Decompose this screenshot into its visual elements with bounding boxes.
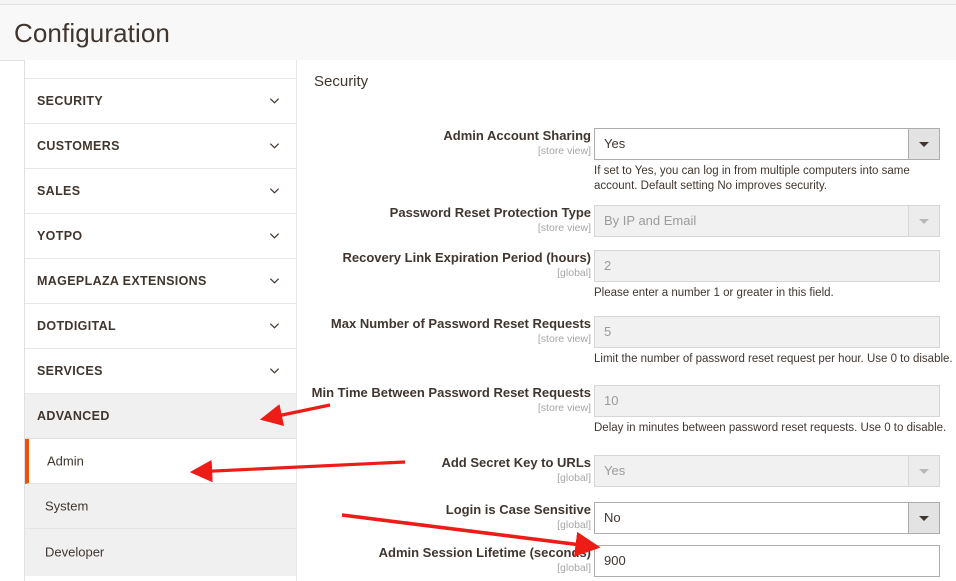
text-input-value: 5 [604, 324, 612, 339]
field-scope: [store view] [537, 222, 591, 234]
field-label: Admin Account Sharing [store view] [297, 128, 591, 158]
sidebar-section-yotpo[interactable]: YOTPO [25, 214, 296, 259]
field-scope: [global] [557, 519, 591, 531]
chevron-down-icon[interactable] [908, 128, 940, 160]
field-label: Password Reset Protection Type [store vie… [297, 205, 591, 235]
sidebar-partial-row [25, 60, 296, 79]
select-value: No [604, 510, 621, 525]
select-1: By IP and Email [594, 205, 940, 237]
field-control: 900Please enter at least 60 and at most … [594, 545, 954, 581]
field-note: Limit the number of password reset reque… [594, 353, 953, 365]
field-scope: [global] [557, 562, 591, 574]
text-input-value: 900 [604, 553, 626, 568]
field-label: Admin Session Lifetime (seconds) [global] [297, 545, 591, 575]
sidebar-item-developer[interactable]: Developer [25, 529, 296, 574]
field-control: Yes If set to Yes, you can log in from mu… [594, 128, 954, 194]
text-input-7[interactable]: 900 [594, 545, 940, 577]
sidebar-item-label: Admin [47, 453, 84, 469]
field-note: Please enter a number 1 or greater in th… [594, 287, 834, 299]
sidebar-section-label: SECURITY [37, 94, 104, 108]
chevron-down-icon[interactable] [269, 320, 280, 331]
field-scope: [store view] [537, 333, 591, 345]
sidebar-subnav-advanced: Admin System Developer [25, 439, 296, 576]
field-label-text: Recovery Link Expiration Period (hours) [342, 250, 592, 265]
field-scope: [store view] [537, 145, 591, 157]
chevron-down-icon[interactable] [269, 230, 280, 241]
sidebar-section-label: MAGEPLAZA EXTENSIONS [37, 274, 207, 288]
sidebar-section-security[interactable]: SECURITY [25, 79, 296, 124]
field-note: Delay in minutes between password reset … [594, 422, 947, 434]
sidebar-section-sales[interactable]: SALES [25, 169, 296, 214]
field-label: Login is Case Sensitive [global] [297, 502, 591, 532]
chevron-down-icon [908, 455, 940, 487]
select-value: Yes [604, 136, 626, 151]
field-control: Yes [594, 455, 940, 487]
sidebar-item-label: System [45, 498, 89, 514]
chevron-down-icon[interactable] [269, 140, 280, 151]
select-value: By IP and Email [604, 213, 697, 228]
field-scope: [global] [557, 267, 591, 279]
field-control: 2 Please enter a number 1 or greater in t… [594, 250, 954, 301]
field-label-text: Admin Account Sharing [443, 128, 591, 143]
chevron-down-icon[interactable] [269, 365, 280, 376]
text-input-2: 2 [594, 250, 940, 282]
select-value: Yes [604, 463, 626, 478]
sidebar-section-label: YOTPO [37, 229, 83, 243]
field-control: By IP and Email [594, 205, 940, 237]
sidebar-section-label: DOTDIGITAL [37, 319, 116, 333]
sidebar-section-mageplaza-extensions[interactable]: MAGEPLAZA EXTENSIONS [25, 259, 296, 304]
sidebar-section-dotdigital[interactable]: DOTDIGITAL [25, 304, 296, 349]
text-input-value: 10 [604, 393, 619, 408]
field-label: Recovery Link Expiration Period (hours) [… [297, 250, 592, 280]
text-input-4: 10 [594, 385, 940, 417]
field-label-text: Min Time Between Password Reset Requests [311, 385, 591, 400]
config-sidebar[interactable]: SECURITY CUSTOMERS SALES YOTPO MAGEPLAZA EXT… [25, 60, 296, 581]
sidebar-item-label: Developer [45, 544, 105, 559]
sidebar-section-services[interactable]: SERVICES [25, 349, 296, 394]
select-5: Yes [594, 455, 940, 487]
field-label-text: Login is Case Sensitive [445, 502, 591, 517]
text-input-value: 2 [604, 258, 612, 273]
sidebar-section-customers[interactable]: CUSTOMERS [25, 124, 296, 169]
sidebar-section-advanced[interactable]: ADVANCED [25, 394, 296, 439]
field-label-text: Admin Session Lifetime (seconds) [378, 545, 591, 560]
chevron-down-icon[interactable] [269, 275, 280, 286]
field-scope: [store view] [537, 402, 591, 414]
page-header: Configuration [0, 5, 956, 60]
field-label: Max Number of Password Reset Requests [st… [297, 316, 591, 346]
chevron-up-icon[interactable] [269, 410, 280, 421]
field-label: Add Secret Key to URLs [global] [297, 455, 591, 485]
field-note: If set to Yes, you can log in from multi… [594, 165, 910, 192]
field-label-text: Password Reset Protection Type [389, 205, 591, 220]
field-label: Min Time Between Password Reset Requests… [297, 385, 591, 415]
sidebar-section-label: SERVICES [37, 364, 103, 378]
text-input-3: 5 [594, 316, 940, 348]
chevron-down-icon[interactable] [269, 185, 280, 196]
chevron-down-icon [908, 205, 940, 237]
config-main-panel: Security Admin Account Sharing [store vie… [297, 60, 956, 581]
sidebar-item-admin[interactable]: Admin [25, 439, 296, 484]
chevron-down-icon[interactable] [269, 95, 280, 106]
field-scope: [global] [557, 472, 591, 484]
configuration-page: Configuration SECURITY CUSTOMERS SALES YOTP… [0, 0, 956, 581]
sidebar-section-label: ADVANCED [37, 409, 110, 423]
select-6[interactable]: No [594, 502, 940, 534]
field-control: 5 Limit the number of password reset requ… [594, 316, 954, 367]
field-control: No [594, 502, 940, 534]
sidebar-section-label: CUSTOMERS [37, 139, 120, 153]
section-title: Security [314, 73, 369, 90]
field-label-text: Add Secret Key to URLs [441, 455, 591, 470]
chevron-down-icon[interactable] [908, 502, 940, 534]
sidebar-section-label: SALES [37, 184, 81, 198]
sidebar-item-system[interactable]: System [25, 484, 296, 529]
page-title: Configuration [14, 18, 170, 48]
select-0[interactable]: Yes [594, 128, 940, 160]
field-label-text: Max Number of Password Reset Requests [330, 316, 591, 331]
field-control: 10 Delay in minutes between password rese… [594, 385, 954, 436]
